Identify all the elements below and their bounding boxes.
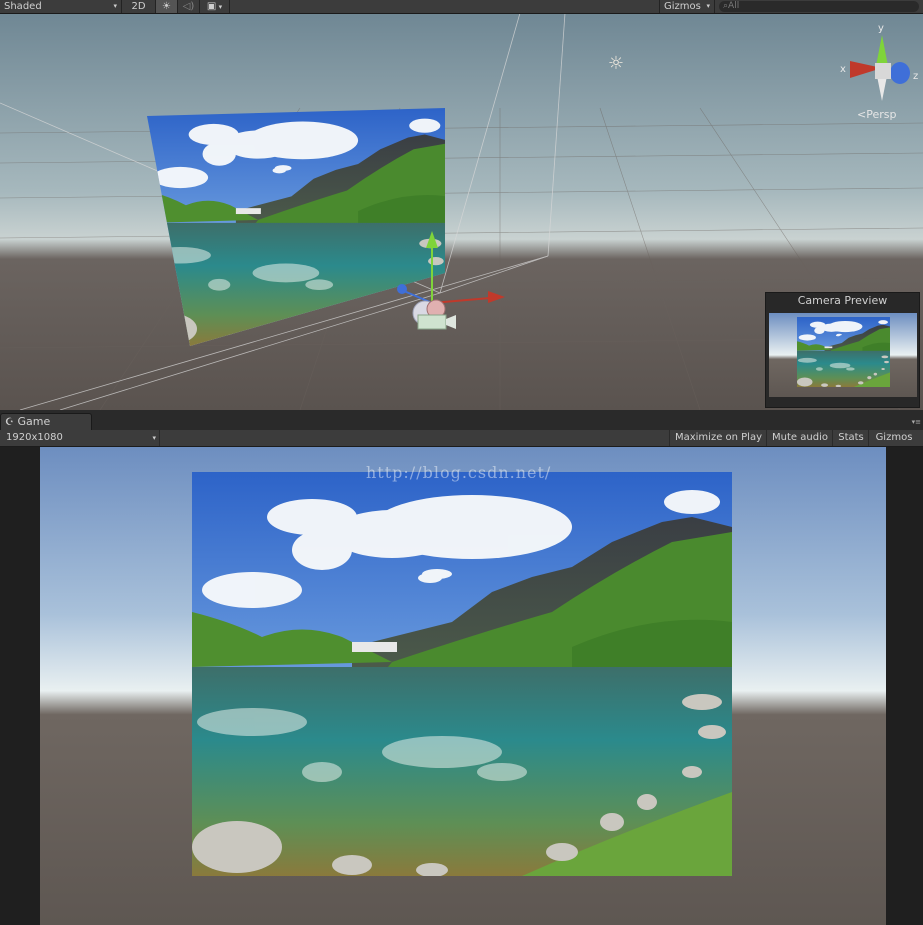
- gizmos-dropdown[interactable]: Gizmos ▾: [659, 0, 715, 13]
- scene-lighting-toggle[interactable]: ☀: [156, 0, 178, 13]
- image-icon: ▣: [206, 1, 217, 12]
- move-x-handle: [488, 291, 505, 303]
- gizmos-button[interactable]: Gizmos: [868, 430, 919, 446]
- game-toolbar: 1920x1080 ▾ Maximize on Play Mute audio …: [0, 430, 923, 447]
- back-arrow-icon: <: [857, 108, 867, 121]
- game-controller-icon: ☪: [5, 417, 14, 428]
- game-image-quad: [192, 472, 732, 876]
- scene-toolbar: Shaded ▾ 2D ☀ ◁) ▣ ▾ Gizmos ▾ ⌕All: [0, 0, 923, 14]
- dropdown-arrow-icon: ▾: [706, 2, 710, 10]
- projection-label: Persp: [866, 108, 897, 121]
- stats-button[interactable]: Stats: [832, 430, 869, 446]
- shading-mode-dropdown[interactable]: Shaded ▾: [0, 0, 122, 13]
- axis-gizmo[interactable]: y x z: [838, 21, 923, 111]
- scene-search-field[interactable]: ⌕All: [719, 1, 919, 12]
- axis-y-label: y: [878, 23, 884, 34]
- 2d-toggle-button[interactable]: 2D: [122, 0, 156, 13]
- dropdown-arrow-icon: ▾: [152, 434, 156, 442]
- watermark-text: http://blog.csdn.net/: [366, 463, 552, 482]
- game-tab-bar: ▾≡: [0, 410, 923, 430]
- camera-preview-image: [769, 313, 917, 397]
- scene-viewport[interactable]: ☼ y x z <Persp Camera Preview: [0, 13, 923, 410]
- scene-panel: ☼ y x z <Persp Camera Preview Shaded ▾ 2D: [0, 0, 923, 410]
- sun-light-icon[interactable]: ☼: [606, 54, 626, 74]
- speaker-icon: ◁): [182, 1, 195, 12]
- axis-z-cone: [890, 62, 910, 84]
- panel-menu-icon[interactable]: ▾≡: [912, 418, 921, 426]
- resolution-dropdown[interactable]: 1920x1080 ▾: [0, 430, 160, 446]
- game-render-area: http://blog.csdn.net/: [40, 447, 886, 925]
- game-viewport[interactable]: http://blog.csdn.net/: [0, 447, 923, 925]
- sun-icon: ☀: [162, 1, 171, 12]
- tab-game-label: Game: [17, 415, 51, 428]
- projection-toggle[interactable]: <Persp: [857, 108, 896, 122]
- camera-gizmo[interactable]: [380, 213, 510, 333]
- maximize-on-play-button[interactable]: Maximize on Play: [669, 430, 767, 446]
- tab-game[interactable]: ☪ Game: [0, 413, 92, 430]
- dropdown-arrow-icon: ▾: [216, 3, 223, 11]
- scene-effects-dropdown[interactable]: ▣ ▾: [200, 0, 230, 13]
- scene-audio-toggle[interactable]: ◁): [178, 0, 200, 13]
- axis-x-label: x: [840, 64, 846, 75]
- camera-preview: Camera Preview: [765, 292, 920, 408]
- axis-y-cone: [876, 35, 888, 66]
- mute-audio-button[interactable]: Mute audio: [766, 430, 833, 446]
- camera-preview-title: Camera Preview: [797, 294, 888, 307]
- axis-z-label: z: [913, 71, 918, 82]
- dropdown-arrow-icon: ▾: [113, 2, 117, 10]
- move-y-handle: [426, 231, 438, 248]
- move-z-handle: [397, 284, 407, 294]
